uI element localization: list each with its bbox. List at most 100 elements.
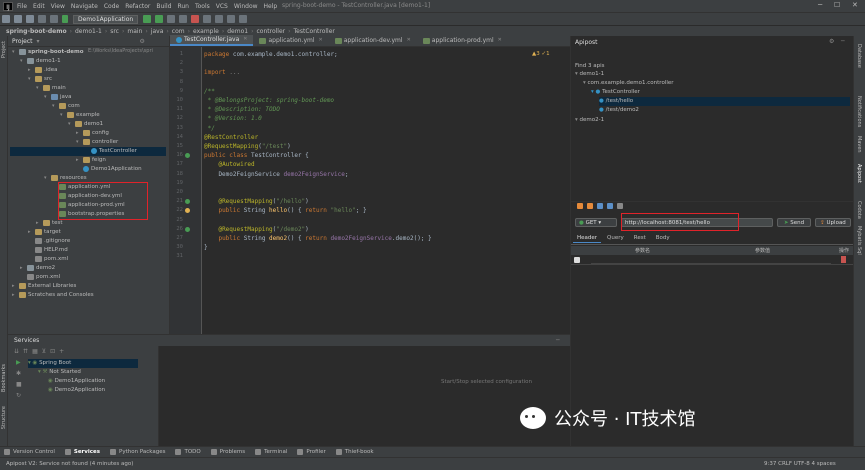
bookmarks-tool-tab[interactable]: Bookmarks bbox=[1, 364, 7, 392]
settings-gear-icon[interactable] bbox=[239, 15, 248, 23]
profile-icon[interactable] bbox=[179, 15, 188, 23]
chevron-right-icon[interactable]: ▸ bbox=[36, 219, 43, 228]
code-line[interactable]: public class TestController { bbox=[204, 152, 309, 159]
project-tree-item[interactable]: TestController bbox=[10, 147, 166, 156]
menu-build[interactable]: Build bbox=[156, 3, 171, 10]
editor-tab[interactable]: TestController.java ✕ bbox=[170, 34, 254, 46]
breadcrumb-item[interactable]: java bbox=[151, 28, 164, 35]
close-icon[interactable]: ✕ bbox=[852, 1, 858, 9]
api-tree-item[interactable]: ● /test/hello bbox=[599, 97, 850, 106]
project-tree-item[interactable]: ▾ example bbox=[60, 111, 100, 120]
chevron-down-icon[interactable]: ▾ bbox=[12, 48, 19, 57]
chevron-down-icon[interactable]: ▾ bbox=[68, 120, 75, 129]
chevron-right-icon[interactable]: ▸ bbox=[12, 282, 19, 291]
code-line[interactable]: import ... bbox=[204, 69, 240, 76]
git-update-icon[interactable] bbox=[203, 15, 212, 23]
chevron-down-icon[interactable]: ▾ bbox=[76, 138, 83, 147]
breadcrumb-item[interactable]: controller bbox=[257, 28, 286, 35]
api-tree-item[interactable]: ▾ demo1-1 bbox=[575, 70, 604, 79]
request-tab-query[interactable]: Query bbox=[603, 234, 628, 243]
breadcrumb-item[interactable]: demo1-1 bbox=[75, 28, 102, 35]
code-line[interactable]: } bbox=[204, 244, 208, 251]
project-tree-item[interactable]: pom.xml bbox=[20, 273, 60, 282]
project-tree-item[interactable]: ▸ target bbox=[28, 228, 61, 237]
save-icon[interactable] bbox=[597, 203, 603, 209]
chevron-down-icon[interactable]: ▾ bbox=[36, 84, 43, 93]
project-tree-item[interactable]: ▸ feign bbox=[76, 156, 106, 165]
upload-icon[interactable] bbox=[587, 203, 593, 209]
editor-tab[interactable]: application-dev.yml ✕ bbox=[329, 35, 417, 46]
minimize-panel-icon[interactable]: ─ bbox=[841, 38, 845, 45]
bottom-tab-todo[interactable]: TODO bbox=[175, 449, 201, 455]
chevron-down-icon[interactable]: ▾ bbox=[20, 57, 27, 66]
sync-icon[interactable] bbox=[26, 15, 34, 23]
bottom-tab-version-control[interactable]: Version Control bbox=[4, 449, 55, 455]
close-tab-icon[interactable]: ✕ bbox=[243, 34, 247, 45]
services-tree-item[interactable]: ◉ Demo2Application bbox=[48, 386, 105, 395]
services-tree-item[interactable]: ▾ ⚒ Not Started bbox=[38, 368, 81, 377]
inspection-widget[interactable]: ▲3 ✓1 bbox=[532, 51, 550, 57]
delete-icon[interactable] bbox=[841, 256, 846, 263]
project-tree-item[interactable]: ▸ config bbox=[76, 129, 109, 138]
save-icon[interactable] bbox=[14, 15, 22, 23]
code-line[interactable]: @RestController bbox=[204, 134, 258, 141]
project-tree-item[interactable]: ▾ main bbox=[36, 84, 66, 93]
menu-tools[interactable]: Tools bbox=[195, 3, 210, 10]
code-line[interactable]: @RequestMapping("/hello") bbox=[204, 198, 308, 205]
upload-button[interactable]: ⇪ Upload bbox=[815, 218, 851, 227]
project-tree-item[interactable]: ▾ controller bbox=[76, 138, 118, 147]
breadcrumb-item[interactable]: spring-boot-demo bbox=[6, 28, 67, 35]
chevron-down-icon[interactable]: ▾ bbox=[52, 102, 59, 111]
open-folder-icon[interactable] bbox=[2, 15, 10, 23]
project-tree-item[interactable]: ▸ .idea bbox=[28, 66, 58, 75]
project-tree-item[interactable]: ▾ com bbox=[52, 102, 80, 111]
clock-icon[interactable] bbox=[617, 203, 623, 209]
method-select[interactable]: ● GET ▾ bbox=[575, 218, 617, 227]
menu-code[interactable]: Code bbox=[104, 3, 119, 10]
chevron-down-icon[interactable]: ▾ bbox=[44, 174, 51, 183]
project-tree-item[interactable]: HELP.md bbox=[28, 246, 68, 255]
project-tree-item[interactable]: ▸ Scratches and Consoles bbox=[12, 291, 94, 300]
apipost-tool-tab[interactable]: Apipost bbox=[856, 164, 862, 183]
group-icon[interactable]: ▦ bbox=[32, 348, 38, 355]
filter-icon[interactable]: ⊻ bbox=[42, 348, 46, 355]
minimize-panel-icon[interactable]: ─ bbox=[556, 337, 560, 344]
code-line[interactable]: @RequestMapping("/demo2") bbox=[204, 226, 308, 233]
request-tab-rest[interactable]: Rest bbox=[630, 234, 650, 243]
back-icon[interactable] bbox=[38, 15, 46, 23]
project-tree-item[interactable]: ▾ spring-boot-demo bbox=[12, 48, 84, 57]
menu-vcs[interactable]: VCS bbox=[216, 3, 228, 10]
chevron-right-icon[interactable]: ▸ bbox=[20, 264, 27, 273]
chevron-down-icon[interactable]: ▾ bbox=[44, 93, 51, 102]
services-tree-item[interactable]: ▾ ◉ Spring Boot bbox=[28, 359, 138, 368]
chevron-right-icon[interactable]: ▸ bbox=[28, 66, 35, 75]
close-tab-icon[interactable]: ✕ bbox=[319, 35, 323, 46]
build-hammer-icon[interactable] bbox=[62, 15, 68, 23]
import-icon[interactable] bbox=[577, 203, 583, 209]
project-tree-item[interactable]: Demo1Application bbox=[76, 165, 142, 174]
run-icon[interactable] bbox=[143, 15, 152, 23]
chevron-right-icon[interactable]: ▸ bbox=[76, 156, 83, 165]
breadcrumb-item[interactable]: TestController bbox=[294, 28, 335, 35]
project-tree-item[interactable]: ▸ test bbox=[36, 219, 63, 228]
database-tool-tab[interactable]: Database bbox=[856, 44, 862, 68]
param-checkbox[interactable] bbox=[574, 257, 580, 263]
new-tab-icon[interactable]: ⊡ bbox=[50, 348, 55, 355]
code-area[interactable]: package com.example.demo1.controller; imp… bbox=[170, 47, 570, 334]
code-line[interactable]: public String demo2() { return demo2Feig… bbox=[204, 235, 431, 242]
breadcrumb-item[interactable]: src bbox=[110, 28, 119, 35]
chevron-right-icon[interactable]: ▸ bbox=[12, 291, 19, 300]
project-tree-item[interactable]: ▸ External Libraries bbox=[12, 282, 76, 291]
restart-icon[interactable]: ↻ bbox=[16, 392, 22, 399]
project-tool-tab[interactable]: Project bbox=[1, 41, 7, 58]
maven-tool-tab[interactable]: Maven bbox=[856, 136, 862, 153]
project-tree-item[interactable]: ▸ demo2 bbox=[20, 264, 55, 273]
chevron-down-icon[interactable]: ▾ bbox=[60, 111, 67, 120]
debug-icon[interactable]: ✱ bbox=[16, 370, 22, 377]
code-line[interactable]: /** bbox=[204, 88, 215, 95]
project-tree-item[interactable]: ▾ demo1 bbox=[68, 120, 103, 129]
project-panel-title[interactable]: Project bbox=[12, 38, 33, 45]
editor-tab[interactable]: application-prod.yml ✕ bbox=[417, 35, 508, 46]
search-icon[interactable] bbox=[227, 15, 236, 23]
coverage-icon[interactable] bbox=[167, 15, 176, 23]
